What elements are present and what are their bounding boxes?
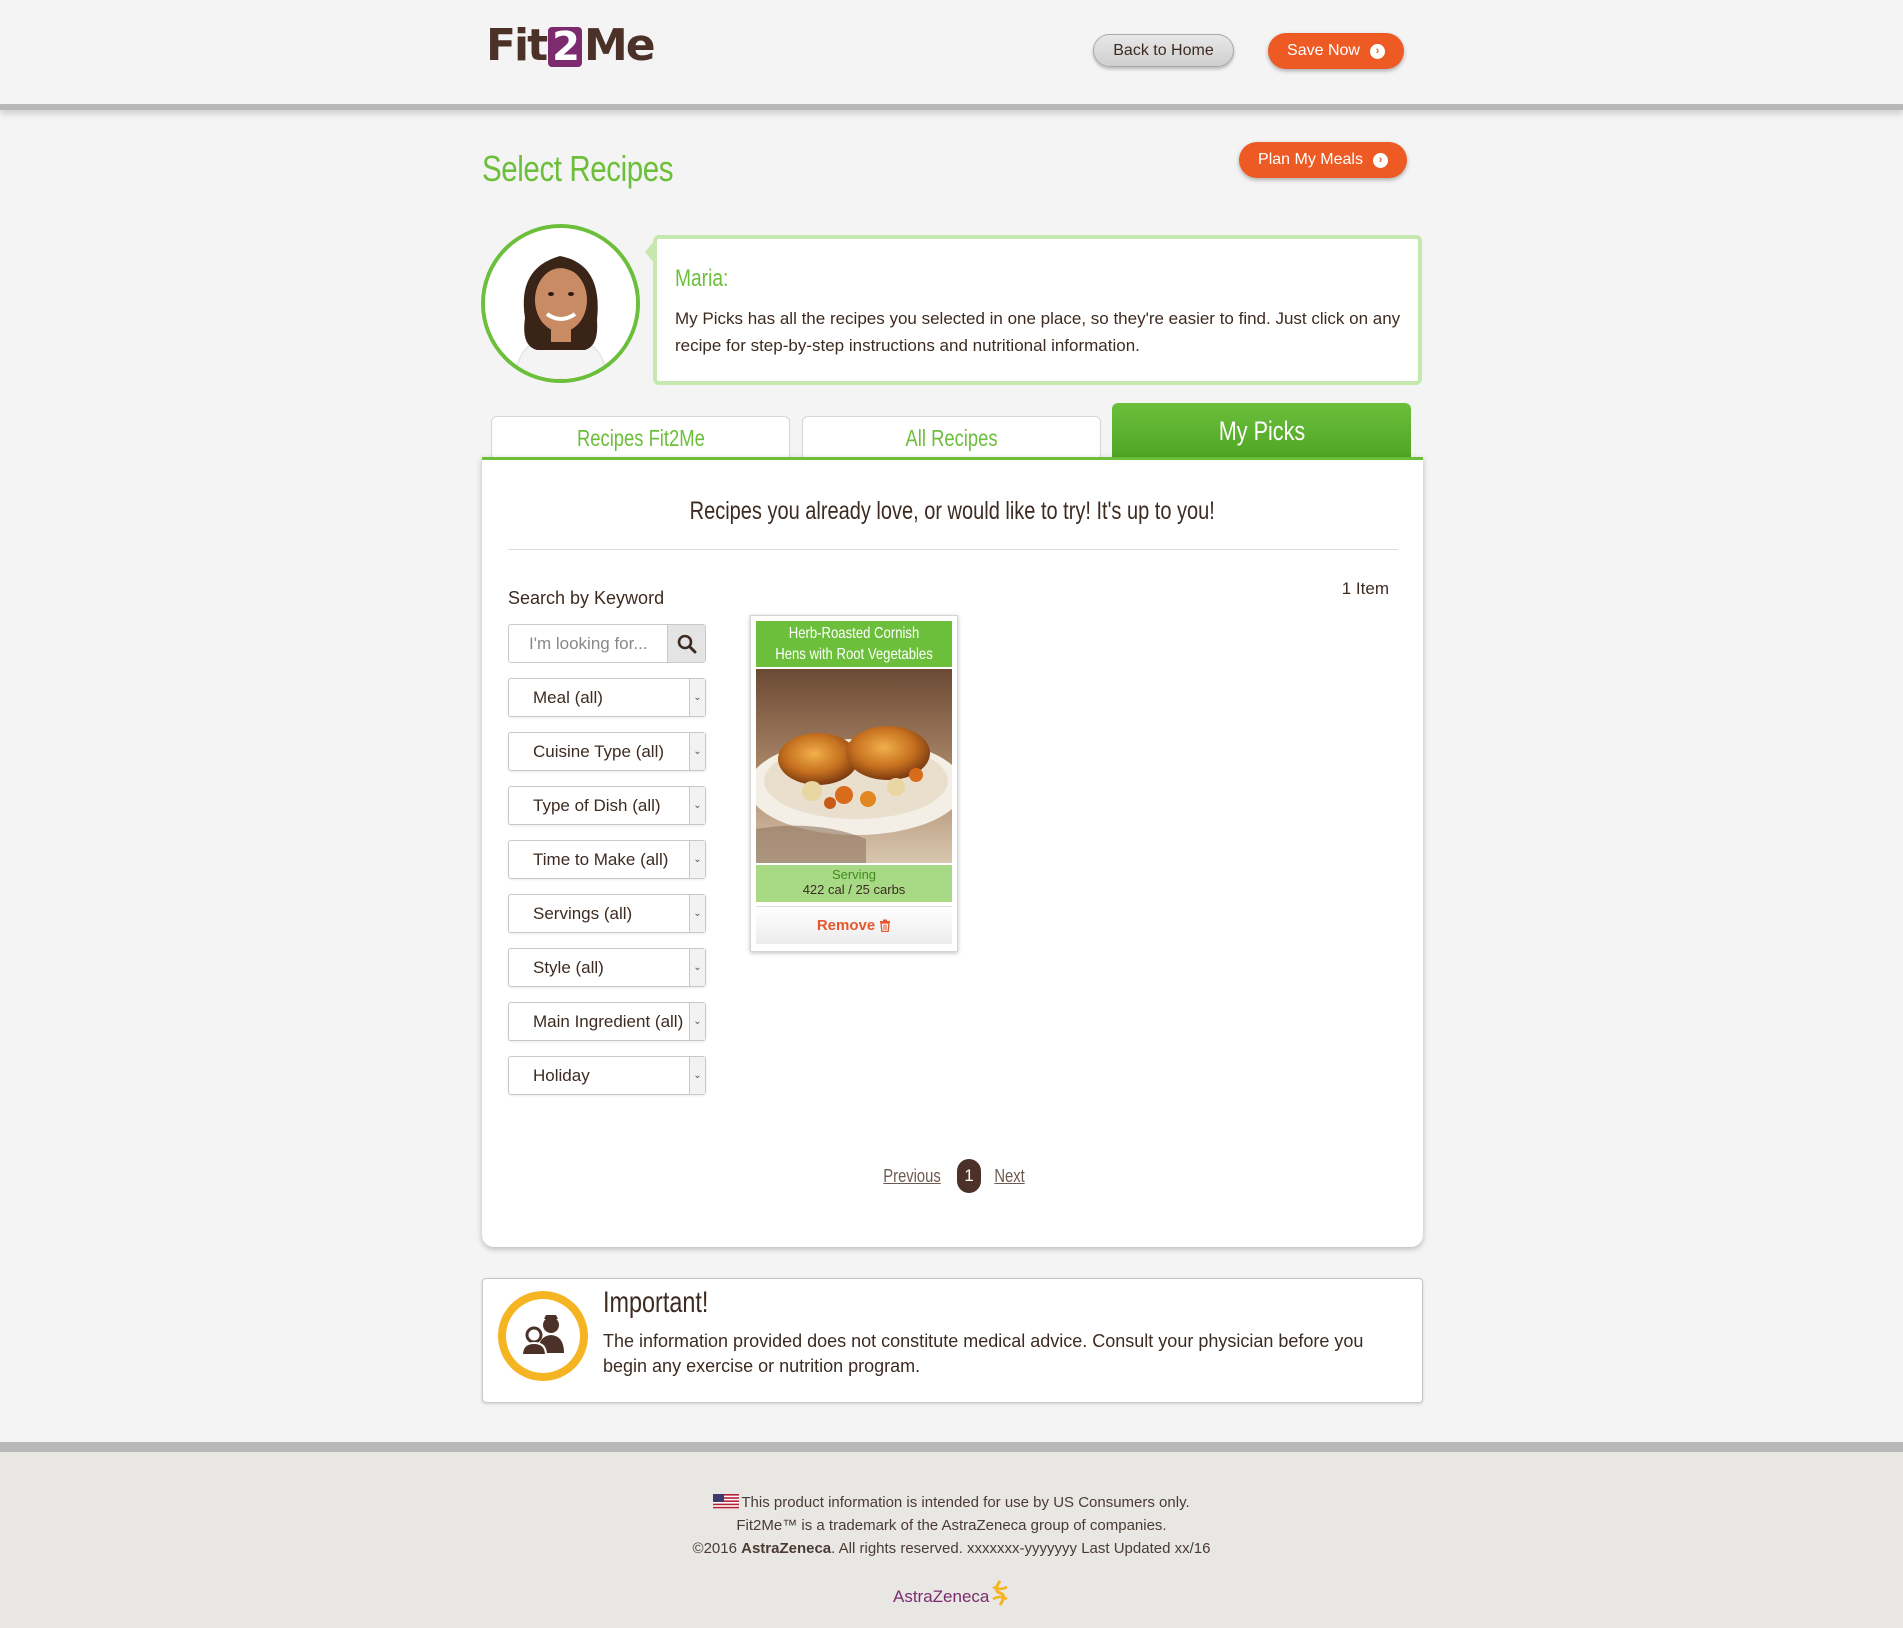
filter-style[interactable]: Style (all) ⌄ bbox=[508, 948, 706, 987]
important-title: Important! bbox=[603, 1286, 709, 1319]
filter-label: Cuisine Type (all) bbox=[533, 742, 665, 761]
chevron-down-icon: ⌄ bbox=[689, 787, 705, 824]
filter-label: Main Ingredient (all) bbox=[533, 1012, 683, 1031]
coach-avatar bbox=[481, 224, 640, 383]
coach-speech-bubble: Maria: My Picks has all the recipes you … bbox=[653, 235, 1422, 385]
copyright-suffix: . All rights reserved. xxxxxxx-yyyyyyy L… bbox=[831, 1540, 1211, 1557]
recipe-card[interactable]: Herb-Roasted Cornish Hens with Root Vege… bbox=[750, 615, 958, 952]
filter-time-to-make[interactable]: Time to Make (all) ⌄ bbox=[508, 840, 706, 879]
search-button[interactable] bbox=[667, 625, 705, 662]
footer-text: This product information is intended for… bbox=[0, 1491, 1903, 1560]
remove-label: Remove bbox=[816, 917, 876, 934]
panel-heading-text: Recipes you already love, or would like … bbox=[689, 497, 1216, 525]
next-page-link[interactable]: Next bbox=[994, 1166, 1024, 1187]
panel-heading: Recipes you already love, or would like … bbox=[482, 497, 1423, 526]
site-header: Fit 2 Me Back to Home Save Now › bbox=[0, 0, 1903, 110]
nurse-doctor-icon bbox=[520, 1315, 564, 1356]
footer-line-copyright: ©2016 AstraZeneca. All rights reserved. … bbox=[0, 1537, 1903, 1560]
fit2me-logo[interactable]: Fit 2 Me bbox=[486, 20, 656, 71]
save-now-button[interactable]: Save Now › bbox=[1268, 33, 1404, 69]
chevron-down-icon: ⌄ bbox=[689, 733, 705, 770]
page-number-current[interactable]: 1 bbox=[957, 1159, 981, 1193]
plan-my-meals-button[interactable]: Plan My Meals › bbox=[1239, 142, 1407, 178]
tab-recipes-fit2me[interactable]: Recipes Fit2Me bbox=[491, 416, 790, 459]
filter-servings[interactable]: Servings (all) ⌄ bbox=[508, 894, 706, 933]
recipe-title-text: Herb-Roasted Cornish Hens with Root Vege… bbox=[775, 625, 933, 663]
plan-my-meals-label: Plan My Meals bbox=[1258, 151, 1363, 168]
my-picks-panel: Recipes you already love, or would like … bbox=[482, 457, 1423, 1247]
page-title: Select Recipes bbox=[482, 148, 674, 189]
important-notice: Important! The information provided does… bbox=[482, 1278, 1423, 1403]
recipe-photo bbox=[756, 669, 952, 863]
filter-label: Type of Dish (all) bbox=[533, 796, 661, 815]
filter-type-of-dish[interactable]: Type of Dish (all) ⌄ bbox=[508, 786, 706, 825]
calories-carbs: 422 cal / 25 carbs bbox=[802, 882, 906, 897]
us-flag-icon bbox=[713, 1494, 740, 1509]
search-label: Search by Keyword bbox=[508, 588, 665, 608]
chevron-down-icon: ⌄ bbox=[689, 841, 705, 878]
copyright-prefix: ©2016 bbox=[692, 1540, 742, 1557]
footer-line-trademark: Fit2Me™ is a trademark of the AstraZenec… bbox=[736, 1517, 1167, 1534]
logo-text-two: 2 bbox=[548, 27, 583, 67]
filter-holiday[interactable]: Holiday ⌄ bbox=[508, 1056, 706, 1095]
tab-label: Recipes Fit2Me bbox=[576, 424, 705, 451]
important-icon-inner bbox=[506, 1299, 580, 1373]
recipe-nutrition: Serving 422 cal / 25 carbs bbox=[756, 865, 952, 902]
site-footer: This product information is intended for… bbox=[0, 1442, 1903, 1628]
search-box bbox=[508, 624, 706, 663]
footer-line-consumers: This product information is intended for… bbox=[0, 1491, 1903, 1514]
footer-line-1: This product information is intended for… bbox=[741, 1494, 1190, 1511]
filter-label: Style (all) bbox=[533, 958, 604, 977]
important-icon-ring bbox=[498, 1291, 588, 1381]
filter-label: Holiday bbox=[533, 1066, 590, 1085]
chevron-down-icon: ⌄ bbox=[689, 1057, 705, 1094]
astrazeneca-logo-text: AstraZeneca bbox=[893, 1587, 990, 1606]
filter-label: Meal (all) bbox=[533, 688, 603, 707]
back-to-home-button[interactable]: Back to Home bbox=[1093, 34, 1234, 67]
item-count: 1 Item bbox=[1341, 579, 1389, 598]
filter-cuisine-type[interactable]: Cuisine Type (all) ⌄ bbox=[508, 732, 706, 771]
tab-label: My Picks bbox=[1218, 415, 1305, 446]
chevron-down-icon: ⌄ bbox=[689, 949, 705, 986]
tab-all-recipes[interactable]: All Recipes bbox=[802, 416, 1101, 459]
trash-icon bbox=[880, 919, 891, 932]
important-text: The information provided does not consti… bbox=[603, 1331, 1364, 1376]
coach-name: Maria: bbox=[675, 265, 729, 292]
serving-label: Serving bbox=[831, 867, 877, 882]
logo-text-fit: Fit bbox=[486, 20, 548, 71]
search-input[interactable] bbox=[509, 625, 667, 662]
astrazeneca-logo[interactable]: AstraZeneca bbox=[893, 1579, 1011, 1607]
chevron-down-icon: ⌄ bbox=[689, 679, 705, 716]
pagination: Previous 1 Next bbox=[482, 1159, 1423, 1193]
chevron-down-icon: ⌄ bbox=[689, 1003, 705, 1040]
save-now-label: Save Now bbox=[1287, 42, 1360, 59]
arrow-right-circle-icon: › bbox=[1372, 152, 1388, 168]
coach-portrait-icon bbox=[485, 228, 636, 379]
tab-label: All Recipes bbox=[905, 424, 998, 451]
divider bbox=[508, 549, 1398, 550]
logo-text-me: Me bbox=[584, 20, 656, 71]
search-icon bbox=[677, 634, 696, 653]
copyright-company: AstraZeneca bbox=[741, 1540, 832, 1557]
filter-main-ingredient[interactable]: Main Ingredient (all) ⌄ bbox=[508, 1002, 706, 1041]
tab-my-picks[interactable]: My Picks bbox=[1112, 403, 1411, 459]
filter-label: Time to Make (all) bbox=[533, 850, 669, 869]
coach-message: My Picks has all the recipes you selecte… bbox=[675, 309, 1401, 355]
chevron-down-icon: ⌄ bbox=[689, 895, 705, 932]
recipe-title[interactable]: Herb-Roasted Cornish Hens with Root Vege… bbox=[756, 621, 952, 667]
previous-page-link[interactable]: Previous bbox=[883, 1166, 940, 1187]
astrazeneca-logo-icon bbox=[992, 1580, 1009, 1606]
remove-recipe-button[interactable]: Remove bbox=[756, 906, 952, 944]
filter-meal[interactable]: Meal (all) ⌄ bbox=[508, 678, 706, 717]
filter-label: Servings (all) bbox=[533, 904, 633, 923]
arrow-right-circle-icon: › bbox=[1369, 43, 1385, 59]
back-to-home-label: Back to Home bbox=[1113, 41, 1214, 59]
recipe-image[interactable] bbox=[756, 669, 952, 863]
